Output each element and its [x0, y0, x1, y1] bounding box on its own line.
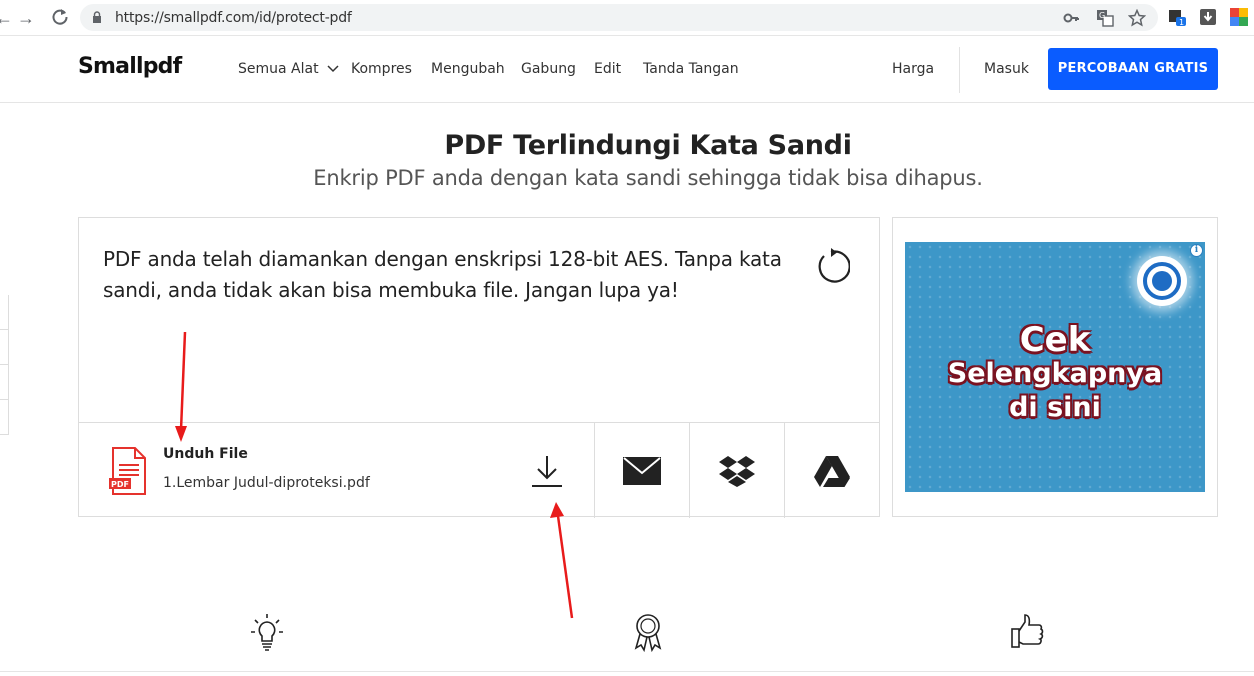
forward-icon[interactable]: → [16, 8, 36, 28]
smallpdf-logo[interactable]: Smallpdf [78, 54, 182, 79]
email-icon [623, 456, 661, 485]
pdf-file-icon: PDF [109, 447, 146, 495]
site-header: Smallpdf Semua Alat Kompres Mengubah Gab… [0, 37, 1254, 103]
star-icon[interactable] [1128, 9, 1146, 27]
reload-icon[interactable] [50, 8, 70, 28]
annotation-arrow-up-icon [550, 502, 574, 619]
restart-icon[interactable] [812, 248, 850, 286]
lightbulb-icon [251, 614, 283, 651]
file-name: 1.Lembar Judul-diproteksi.pdf [163, 475, 370, 491]
thumbs-up-icon [1011, 614, 1044, 648]
address-bar[interactable]: https://smallpdf.com/id/protect-pdf G [80, 4, 1158, 31]
dropbox-button[interactable] [689, 423, 784, 518]
lock-icon [93, 11, 101, 23]
ad-headline-3: di sini [1009, 392, 1101, 423]
ad-info-icon[interactable]: i [1190, 244, 1203, 257]
download-extension-icon[interactable] [1199, 8, 1217, 26]
nav-all-tools-label: Semua Alat [238, 61, 319, 77]
annotation-arrow-down-icon [175, 331, 187, 442]
brand-logo-icon [1137, 256, 1187, 306]
footer-divider [0, 671, 1254, 672]
svg-text:G: G [1099, 11, 1105, 20]
svg-text:PDF: PDF [111, 480, 129, 489]
back-icon[interactable]: ← [0, 8, 14, 28]
chevron-down-icon [327, 65, 339, 73]
nav-all-tools[interactable]: Semua Alat [238, 61, 339, 77]
color-extension-icon[interactable] [1230, 8, 1248, 26]
dropbox-icon [719, 455, 755, 487]
advertisement-banner[interactable]: i Cek Selengkapnya di sini [905, 242, 1205, 492]
success-message: PDF anda telah diamankan dengan enskrips… [103, 247, 782, 302]
translate-icon[interactable]: G [1096, 9, 1114, 27]
download-file-label: Unduh File [163, 446, 248, 462]
svg-text:1: 1 [1179, 18, 1184, 26]
download-row: PDF Unduh File 1.Lembar Judul-diproteksi… [79, 422, 879, 518]
award-ribbon-icon [634, 614, 662, 652]
nav-compress[interactable]: Kompres [351, 61, 412, 77]
nav-merge[interactable]: Gabung [521, 61, 576, 77]
free-trial-button[interactable]: PERCOBAAN GRATIS [1048, 48, 1218, 90]
side-panel-stub [0, 295, 9, 435]
url-text: https://smallpdf.com/id/protect-pdf [115, 10, 352, 26]
browser-toolbar: ← → https://smallpdf.com/id/protect-pdf … [0, 0, 1254, 36]
google-drive-icon [814, 455, 850, 487]
login-link[interactable]: Masuk [984, 61, 1029, 77]
result-card: PDF anda telah diamankan dengan enskrips… [78, 217, 880, 518]
nav-pricing[interactable]: Harga [892, 61, 934, 77]
nav-convert[interactable]: Mengubah [431, 61, 505, 77]
header-divider [959, 47, 960, 93]
ad-headline-2: Selengkapnya [947, 358, 1163, 389]
extension-icon[interactable]: 1 [1168, 8, 1186, 26]
ad-headline-1: Cek [1019, 320, 1091, 360]
download-icon [531, 455, 562, 487]
key-icon[interactable] [1062, 9, 1080, 27]
google-drive-button[interactable] [784, 423, 879, 518]
advertisement-panel: i Cek Selengkapnya di sini [892, 217, 1218, 517]
page-title: PDF Terlindungi Kata Sandi [444, 130, 852, 161]
nav-edit[interactable]: Edit [594, 61, 621, 77]
email-button[interactable] [594, 423, 689, 518]
page-subtitle: Enkrip PDF anda dengan kata sandi sehing… [313, 166, 983, 190]
nav-sign[interactable]: Tanda Tangan [643, 61, 739, 77]
